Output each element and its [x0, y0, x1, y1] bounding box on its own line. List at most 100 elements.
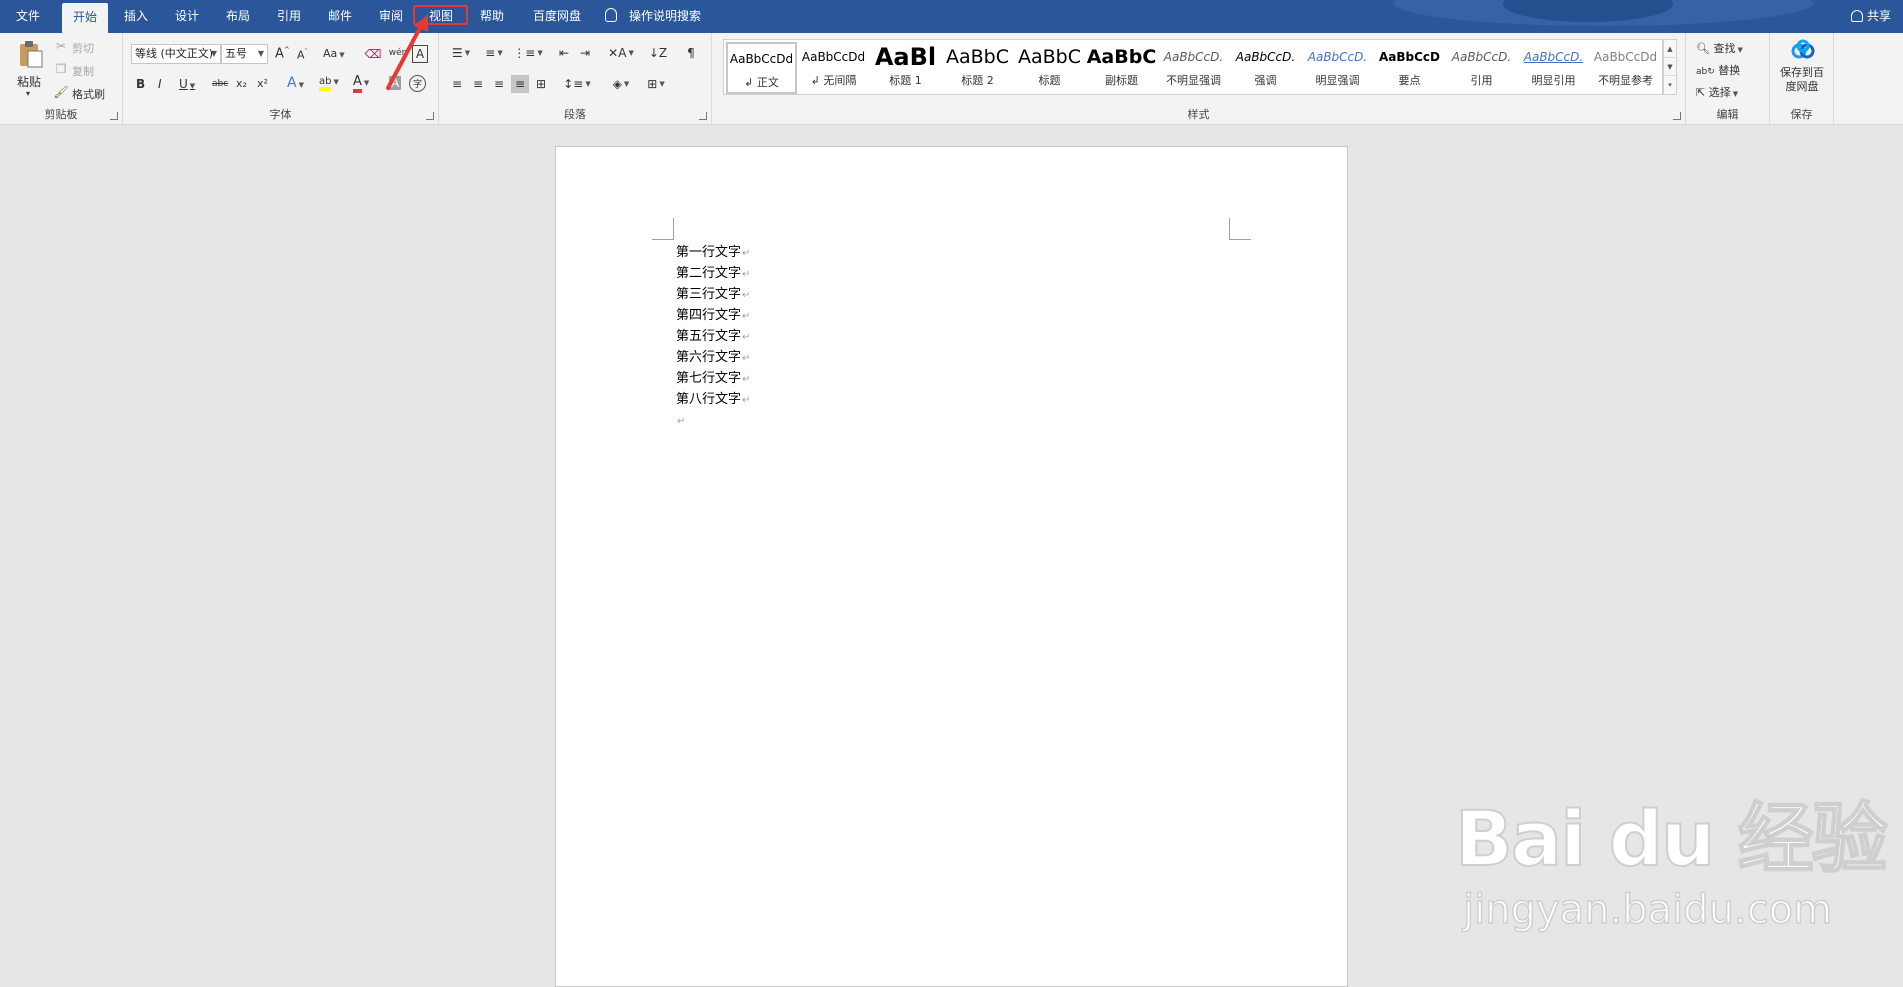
line-spacing-icon[interactable]: ↕≡ ▼: [563, 75, 591, 93]
scroll-up-icon[interactable]: ▲: [1664, 40, 1676, 58]
style-strong[interactable]: AaBbCcD 要点: [1374, 42, 1445, 94]
multilevel-list-icon[interactable]: ⋮≡ ▼: [513, 44, 542, 62]
document-line[interactable]: 第五行文字↵: [676, 326, 750, 347]
tab-baidu-netdisk[interactable]: 百度网盘: [522, 0, 592, 33]
chevron-down-icon: ▼: [210, 49, 217, 58]
align-left-icon[interactable]: ≡: [448, 75, 466, 93]
tab-home[interactable]: 开始: [62, 3, 108, 33]
show-marks-icon[interactable]: ¶: [682, 44, 700, 62]
tab-mailings[interactable]: 邮件: [318, 0, 362, 33]
increase-indent-icon[interactable]: ⇥: [576, 44, 594, 62]
subscript-button[interactable]: x₂: [236, 77, 247, 90]
style-intense-quote[interactable]: AaBbCcD. 明显引用: [1518, 42, 1589, 94]
text-effects-button[interactable]: A ▼: [287, 75, 304, 91]
chinese-layout-icon[interactable]: ✕A ▼: [607, 44, 635, 62]
clear-formatting-icon[interactable]: ⌫: [365, 45, 382, 63]
cut-button[interactable]: 剪切: [72, 40, 94, 56]
underline-button[interactable]: U ▼: [179, 77, 195, 91]
style-heading-2[interactable]: AaBbC 标题 2: [942, 42, 1013, 94]
find-button[interactable]: 🔍︎ 查找 ▼: [1696, 40, 1743, 56]
document-page[interactable]: 第一行文字↵ 第二行文字↵ 第三行文字↵ 第四行文字↵ 第五行文字↵ 第六行文字…: [555, 146, 1348, 987]
style-intense-emphasis[interactable]: AaBbCcD. 明显强调: [1302, 42, 1373, 94]
select-button[interactable]: ⇱ 选择 ▼: [1696, 84, 1738, 100]
paste-dropdown-icon[interactable]: ▾: [26, 89, 30, 98]
document-line[interactable]: 第四行文字↵: [676, 305, 750, 326]
more-styles-icon[interactable]: ▾: [1664, 76, 1676, 94]
format-painter-button[interactable]: 格式刷: [72, 86, 105, 102]
grow-font-button[interactable]: A^: [275, 46, 290, 61]
style-subtle-reference[interactable]: AaBbCcDd 不明显参考: [1590, 42, 1661, 94]
styles-gallery: AaBbCcDd ↲ 正文 AaBbCcDd ↲ 无间隔 AaBl 标题 1 A…: [723, 39, 1663, 95]
tab-design[interactable]: 设计: [165, 0, 209, 33]
document-line[interactable]: 第六行文字↵: [676, 347, 750, 368]
copy-icon: ❐: [55, 62, 67, 76]
decrease-indent-icon[interactable]: ⇤: [555, 44, 573, 62]
font-launcher-icon[interactable]: [426, 112, 434, 120]
numbering-icon[interactable]: ≡ ▼: [481, 44, 507, 62]
document-body[interactable]: 第一行文字↵ 第二行文字↵ 第三行文字↵ 第四行文字↵ 第五行文字↵ 第六行文字…: [676, 242, 750, 431]
tab-help[interactable]: 帮助: [470, 0, 514, 33]
baidu-jingyan-watermark: Bai du 经验 jingyan.baidu.com: [1454, 777, 1889, 934]
font-color-button[interactable]: A ▼: [353, 74, 369, 93]
font-group-label: 字体: [269, 108, 292, 121]
style-no-spacing[interactable]: AaBbCcDd ↲ 无间隔: [798, 42, 869, 94]
align-right-icon[interactable]: ≡: [490, 75, 508, 93]
document-line[interactable]: 第一行文字↵: [676, 242, 750, 263]
scissors-icon: ✂: [55, 39, 67, 53]
document-line[interactable]: 第八行文字↵: [676, 389, 750, 410]
font-name-combobox[interactable]: 等线 (中文正文) ▼: [131, 44, 221, 64]
document-line[interactable]: 第七行文字↵: [676, 368, 750, 389]
strikethrough-button[interactable]: abc: [212, 79, 228, 89]
person-icon: [1850, 10, 1863, 22]
magnifier-icon: 🔍︎: [1696, 42, 1710, 55]
change-case-button[interactable]: Aa ▼: [323, 47, 345, 60]
baidu-cloud-icon[interactable]: [1790, 38, 1816, 62]
font-name-value: 等线 (中文正文): [135, 47, 214, 60]
italic-button[interactable]: I: [158, 77, 162, 91]
distributed-icon[interactable]: ⊞: [532, 75, 550, 93]
style-title[interactable]: AaBbC 标题: [1014, 42, 1085, 94]
style-subtle-emphasis[interactable]: AaBbCcD. 不明显强调: [1158, 42, 1229, 94]
replace-button[interactable]: ab↻ 替换: [1696, 62, 1740, 78]
clipboard-launcher-icon[interactable]: [110, 112, 118, 120]
tab-references[interactable]: 引用: [267, 0, 311, 33]
empty-paragraph[interactable]: ↵: [676, 410, 750, 431]
style-subtitle[interactable]: AaBbC 副标题: [1086, 42, 1157, 94]
borders-icon[interactable]: ⊞ ▼: [642, 75, 670, 93]
format-painter-icon: 🖌: [53, 85, 69, 99]
font-size-combobox[interactable]: 五号 ▼: [221, 44, 268, 64]
paragraph-group: ☰ ▼ ≡ ▼ ⋮≡ ▼ ⇤ ⇥ ✕A ▼ ↓Z ¶ ≡ ≡ ≡ ≡ ⊞ ↕≡ ▼ ◈ ▼ …: [439, 33, 712, 125]
document-line[interactable]: 第二行文字↵: [676, 263, 750, 284]
highlight-color-button[interactable]: ab ▼: [319, 74, 339, 91]
sort-icon[interactable]: ↓Z: [649, 44, 667, 62]
ribbon: 粘贴 ▾ ✂ 剪切 ❐ 复制 🖌 格式刷 剪贴板 等线 (中文正文) ▼ 五号 ▼ …: [0, 33, 1903, 125]
align-center-icon[interactable]: ≡: [469, 75, 487, 93]
style-quote[interactable]: AaBbCcD. 引用: [1446, 42, 1517, 94]
style-heading-1[interactable]: AaBl 标题 1: [870, 42, 941, 94]
tab-layout[interactable]: 布局: [216, 0, 260, 33]
document-line[interactable]: 第三行文字↵: [676, 284, 750, 305]
tell-me-search[interactable]: 操作说明搜索: [605, 0, 701, 33]
cursor-icon: ⇱: [1696, 86, 1706, 99]
paragraph-launcher-icon[interactable]: [699, 112, 707, 120]
save-to-baidu-button[interactable]: 保存到百度网盘: [1776, 66, 1828, 94]
bold-button[interactable]: B: [136, 77, 145, 91]
share-button[interactable]: 共享: [1850, 0, 1891, 33]
paste-icon[interactable]: [12, 39, 48, 69]
lightbulb-icon: [605, 8, 617, 22]
editing-group: 🔍︎ 查找 ▼ ab↻ 替换 ⇱ 选择 ▼ 编辑: [1686, 33, 1770, 125]
justify-icon[interactable]: ≡: [511, 75, 529, 93]
font-size-value: 五号: [225, 47, 247, 60]
copy-button[interactable]: 复制: [72, 63, 94, 79]
shrink-font-button[interactable]: Aˇ: [297, 48, 308, 62]
style-emphasis[interactable]: AaBbCcD. 强调: [1230, 42, 1301, 94]
bullets-icon[interactable]: ☰ ▼: [448, 44, 474, 62]
tab-insert[interactable]: 插入: [114, 0, 158, 33]
scroll-down-icon[interactable]: ▼: [1664, 58, 1676, 76]
superscript-button[interactable]: x²: [257, 77, 268, 90]
style-normal[interactable]: AaBbCcDd ↲ 正文: [726, 42, 797, 94]
styles-launcher-icon[interactable]: [1673, 112, 1681, 120]
tab-file[interactable]: 文件: [6, 0, 50, 33]
paste-button[interactable]: 粘贴: [17, 73, 41, 90]
paint-bucket-icon[interactable]: ◈ ▼: [607, 75, 635, 93]
